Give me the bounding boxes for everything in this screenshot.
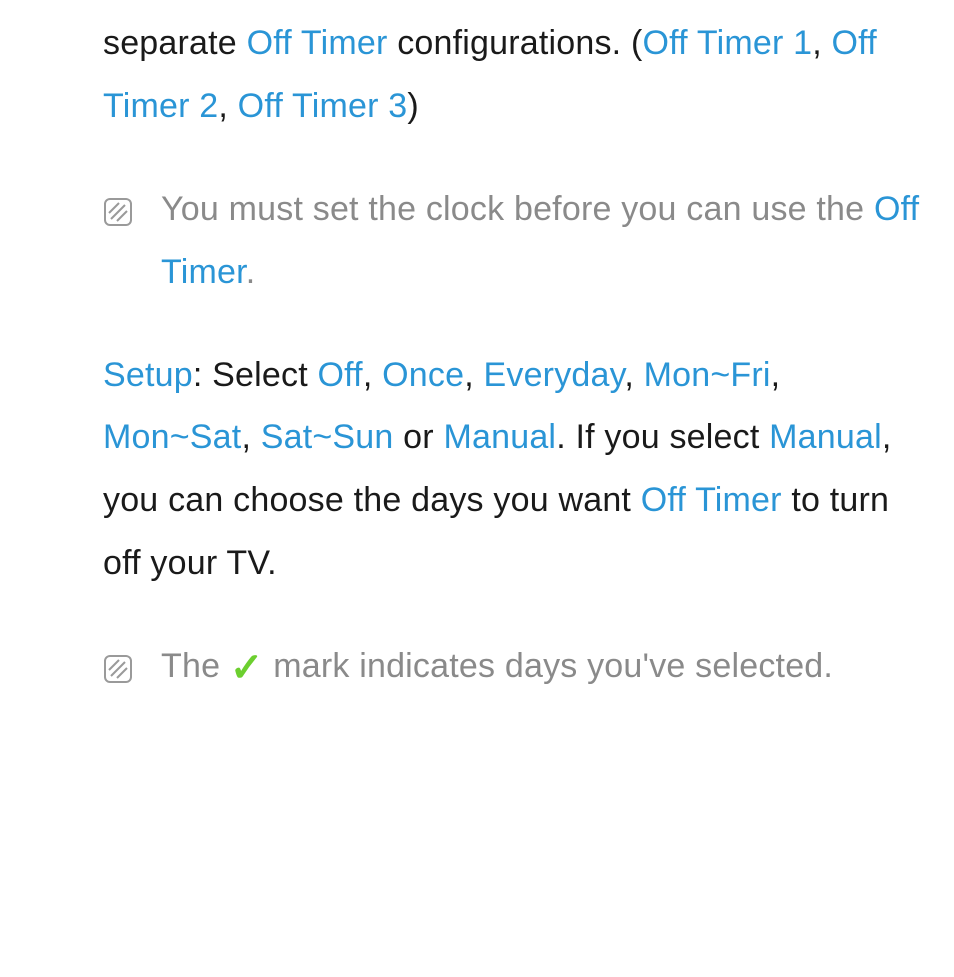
- link-off-timer: Off Timer: [247, 24, 388, 62]
- opt-manual: Manual: [769, 418, 882, 456]
- note-check-mark: The ✓ mark indicates days you've selecte…: [103, 635, 926, 698]
- note-set-clock: You must set the clock before you can us…: [103, 178, 926, 304]
- opt-manual: Manual: [443, 418, 556, 456]
- setup-paragraph: Setup: Select Off, Once, Everyday, Mon~F…: [103, 344, 926, 596]
- link-off-timer: Off Timer: [641, 481, 782, 519]
- document-content: separate Off Timer configurations. (Off …: [0, 0, 954, 750]
- text: or: [394, 418, 444, 456]
- text: ): [407, 87, 419, 125]
- opt-once: Once: [382, 356, 464, 394]
- text: You must set the clock before you can us…: [161, 190, 874, 228]
- text: : Select: [193, 356, 318, 394]
- intro-paragraph: separate Off Timer configurations. (Off …: [103, 12, 926, 138]
- text: .: [246, 253, 256, 291]
- note-icon: [103, 642, 133, 705]
- text: ,: [363, 356, 382, 394]
- text: ,: [464, 356, 483, 394]
- note-icon: [103, 185, 133, 248]
- link-off-timer-1: Off Timer 1: [643, 24, 813, 62]
- text: ,: [218, 87, 237, 125]
- link-off-timer-3: Off Timer 3: [238, 87, 408, 125]
- opt-satsun: Sat~Sun: [261, 418, 394, 456]
- opt-everyday: Everyday: [484, 356, 625, 394]
- text: ,: [771, 356, 781, 394]
- text: The: [161, 647, 230, 685]
- text: ,: [624, 356, 643, 394]
- opt-monsat: Mon~Sat: [103, 418, 241, 456]
- text: configurations. (: [388, 24, 643, 62]
- text: separate: [103, 24, 247, 62]
- link-setup: Setup: [103, 356, 193, 394]
- text: ,: [812, 24, 831, 62]
- opt-off: Off: [318, 356, 363, 394]
- text: . If you select: [556, 418, 769, 456]
- text: ,: [241, 418, 260, 456]
- opt-monfri: Mon~Fri: [644, 356, 771, 394]
- text: mark indicates days you've selected.: [264, 647, 834, 685]
